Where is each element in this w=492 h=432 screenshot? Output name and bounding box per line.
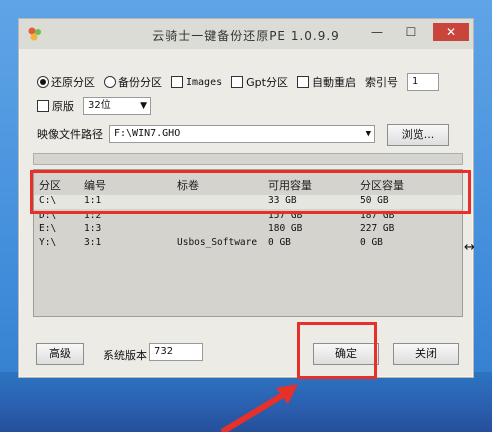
image-path-select[interactable]: F:\WIN7.GHO ▼ [109, 125, 375, 143]
chevron-down-icon: ▼ [140, 101, 147, 111]
title-bar: 云骑士一键备份还原PE 1.0.9.9 — ☐ ✕ [19, 19, 473, 49]
advanced-button[interactable]: 高级 [36, 343, 84, 365]
checkbox-icon [231, 76, 244, 88]
image-path-label: 映像文件路径 [37, 128, 103, 141]
maximize-button[interactable]: ☐ [399, 23, 423, 41]
radio-selected-icon [37, 76, 49, 88]
options-row-1: 还原分区 备份分区 Images Gpt分区 自動重启 索引号 1 [37, 73, 439, 91]
image-path-row: 映像文件路径 F:\WIN7.GHO ▼ [37, 125, 375, 143]
resize-cursor-icon: ↔ [464, 240, 475, 255]
checkbox-icon [171, 76, 183, 88]
images-checkbox[interactable]: Images [171, 76, 222, 88]
close-button[interactable]: 关闭 [393, 343, 459, 365]
auto-reboot-checkbox[interactable]: 自動重启 [296, 74, 356, 90]
backup-radio[interactable]: 备份分区 [104, 74, 162, 90]
index-input[interactable]: 1 [406, 73, 439, 91]
original-checkbox[interactable]: 原版 [37, 98, 74, 114]
radio-icon [104, 76, 116, 88]
bits-select[interactable]: 32位 ▼ [83, 97, 151, 115]
highlight-box-ok [297, 322, 377, 379]
index-label: 索引号 [364, 76, 398, 89]
progress-bar [33, 153, 463, 165]
table-row[interactable]: E:\ 1:3 180 GB 227 GB [34, 223, 462, 237]
gpt-checkbox[interactable]: Gpt分区 [231, 74, 288, 90]
highlight-box-partition [30, 170, 471, 214]
restore-radio[interactable]: 还原分区 [37, 74, 95, 90]
options-row-2: 原版 32位 ▼ [37, 97, 151, 115]
arrow-pointer-icon [220, 384, 298, 432]
checkbox-icon [37, 100, 49, 112]
version-label: 系统版本 [103, 349, 147, 362]
version-field: 732 [149, 343, 203, 361]
table-row[interactable]: Y:\ 3:1 Usbos_Software 0 GB 0 GB [34, 237, 462, 251]
minimize-button[interactable]: — [365, 23, 389, 41]
chevron-down-icon: ▼ [365, 129, 371, 139]
close-window-button[interactable]: ✕ [433, 23, 469, 41]
checkbox-icon [296, 76, 309, 88]
browse-button[interactable]: 浏览... [387, 124, 449, 146]
